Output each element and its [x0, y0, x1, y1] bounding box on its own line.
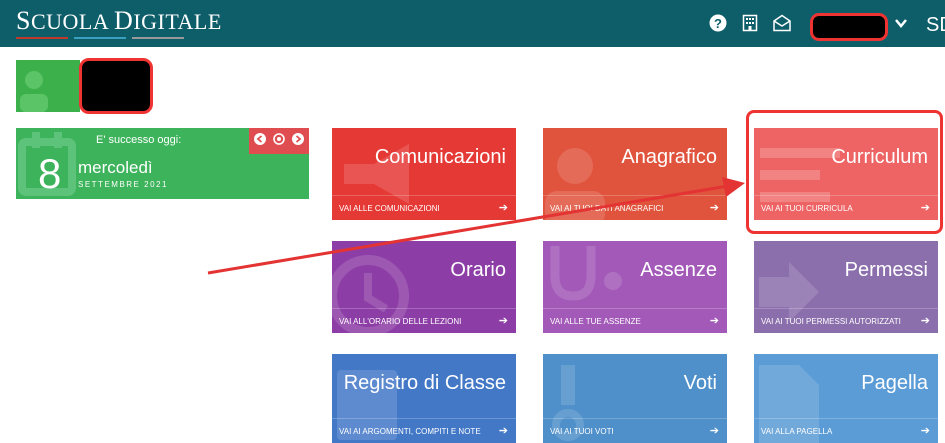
today-controls: [249, 128, 309, 154]
logo-letter: S: [16, 6, 31, 35]
tile-title: Pagella: [861, 372, 928, 394]
tile-link[interactable]: VAI AI TUOI VOTI: [550, 427, 614, 436]
arrow-right-circle-icon: ➔: [920, 315, 930, 327]
arrow-right-circle-icon: ➔: [709, 315, 719, 327]
tile-footer[interactable]: VAI AI ARGOMENTI, COMPITI E NOTE ➔: [332, 418, 516, 443]
arrow-right-circle-icon: ➔: [920, 425, 930, 437]
tile-orario[interactable]: Orario VAI ALL'ORARIO DELLE LEZIONI ➔: [332, 241, 516, 333]
top-header: SCUOLA DIGITALE ? SD: [0, 0, 945, 47]
tile-title: Anagrafico: [621, 146, 717, 168]
tile-title: Assenze: [640, 259, 717, 281]
tile-footer[interactable]: VAI ALL'ORARIO DELLE LEZIONI ➔: [332, 308, 516, 333]
building-icon[interactable]: [742, 14, 758, 36]
tile-link[interactable]: VAI ALLA PAGELLA: [761, 427, 832, 436]
tile-footer[interactable]: VAI AI TUOI DATI ANAGRAFICI ➔: [543, 195, 727, 220]
next-arrow-icon[interactable]: [292, 133, 304, 148]
user-menu-redacted[interactable]: [810, 13, 888, 41]
app-logo[interactable]: SCUOLA DIGITALE: [16, 6, 222, 36]
arrow-right-circle-icon: ➔: [498, 202, 508, 214]
tile-link[interactable]: VAI AI TUOI PERMESSI AUTORIZZATI: [761, 317, 901, 326]
tile-link[interactable]: VAI AI ARGOMENTI, COMPITI E NOTE: [339, 427, 481, 436]
logo-underline: [16, 37, 186, 40]
arrow-right-circle-icon: ➔: [709, 425, 719, 437]
tile-footer[interactable]: VAI AI TUOI VOTI ➔: [543, 418, 727, 443]
today-target-icon[interactable]: [273, 133, 285, 148]
tile-footer[interactable]: VAI ALLE TUE ASSENZE ➔: [543, 308, 727, 333]
tile-comunicazioni[interactable]: Comunicazioni VAI ALLE COMUNICAZIONI ➔: [332, 128, 516, 220]
tile-link[interactable]: VAI ALLE COMUNICAZIONI: [339, 204, 440, 213]
sd-logo[interactable]: SD: [926, 14, 945, 37]
logo-text: IGITALE: [133, 9, 222, 34]
tile-footer[interactable]: VAI AI TUOI PERMESSI AUTORIZZATI ➔: [754, 308, 938, 333]
tile-permessi[interactable]: Permessi VAI AI TUOI PERMESSI AUTORIZZAT…: [754, 241, 938, 333]
prev-arrow-icon[interactable]: [254, 133, 266, 148]
arrow-right-circle-icon: ➔: [498, 425, 508, 437]
today-month-year: SETTEMBRE 2021: [78, 180, 168, 189]
tile-anagrafico[interactable]: Anagrafico VAI AI TUOI DATI ANAGRAFICI ➔: [543, 128, 727, 220]
tile-title: Permessi: [844, 259, 928, 281]
tile-title: Voti: [683, 372, 717, 394]
tile-registro-di-classe[interactable]: Registro di Classe VAI AI ARGOMENTI, COM…: [332, 354, 516, 443]
annotation-highlight-box: [746, 110, 943, 234]
tile-title: Registro di Classe: [343, 372, 506, 394]
logo-text: CUOLA: [30, 9, 115, 34]
help-icon[interactable]: ?: [709, 14, 727, 36]
arrow-right-circle-icon: ➔: [709, 202, 719, 214]
tile-link[interactable]: VAI ALLE TUE ASSENZE: [550, 317, 641, 326]
chevron-down-icon[interactable]: [894, 15, 908, 35]
profile-banner: [16, 60, 80, 112]
today-day-number: 8: [38, 150, 62, 197]
mail-open-icon[interactable]: [772, 14, 792, 36]
tile-link[interactable]: VAI ALL'ORARIO DELLE LEZIONI: [339, 317, 461, 326]
avatar-redacted: [79, 58, 153, 114]
tile-footer[interactable]: VAI ALLE COMUNICAZIONI ➔: [332, 195, 516, 220]
tile-title: Comunicazioni: [374, 146, 506, 168]
today-title: E' successo oggi:: [96, 134, 182, 146]
arrow-right-circle-icon: ➔: [498, 315, 508, 327]
tile-title: Orario: [450, 259, 506, 281]
today-widget: E' successo oggi: 8 mercoledì SETTEMBRE …: [16, 128, 309, 199]
today-weekday: mercoledì: [78, 158, 153, 177]
tile-assenze[interactable]: Assenze VAI ALLE TUE ASSENZE ➔: [543, 241, 727, 333]
tile-footer[interactable]: VAI ALLA PAGELLA ➔: [754, 418, 938, 443]
tile-link[interactable]: VAI AI TUOI DATI ANAGRAFICI: [550, 204, 663, 213]
tile-pagella[interactable]: Pagella VAI ALLA PAGELLA ➔: [754, 354, 938, 443]
tile-voti[interactable]: Voti VAI AI TUOI VOTI ➔: [543, 354, 727, 443]
svg-text:?: ?: [714, 16, 722, 31]
logo-letter: D: [114, 6, 134, 35]
